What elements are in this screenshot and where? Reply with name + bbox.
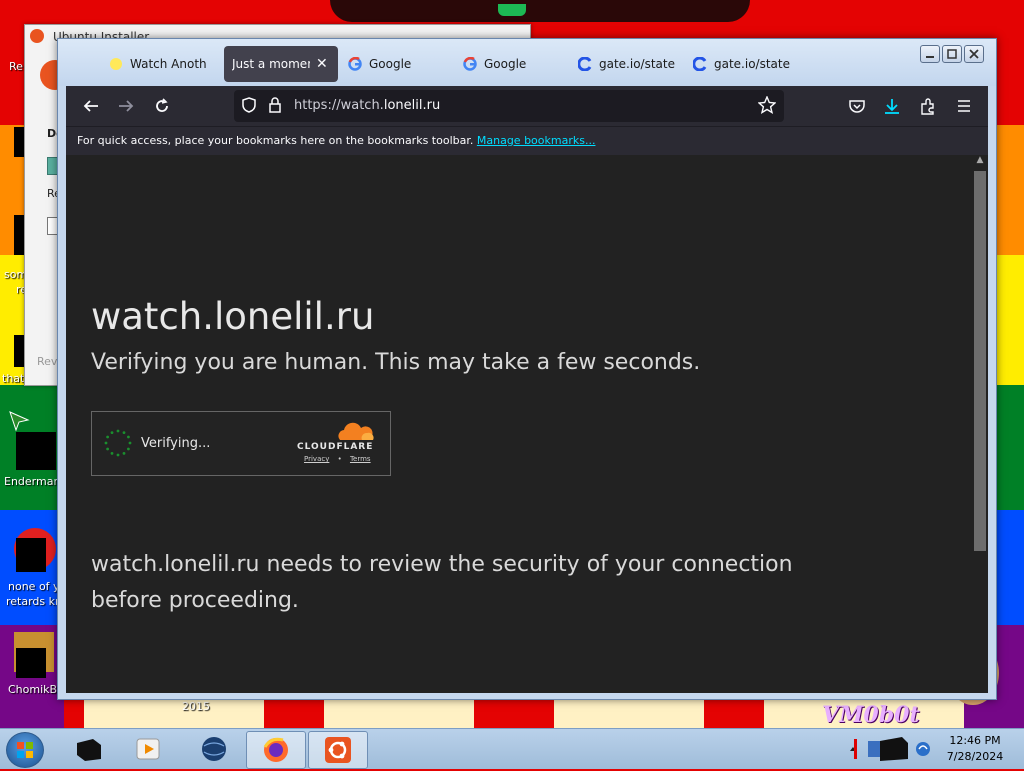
- close-window-button[interactable]: [964, 45, 984, 63]
- manage-bookmarks-link[interactable]: Manage bookmarks...: [477, 134, 596, 147]
- google-favicon-icon: [347, 57, 362, 72]
- clock-time: 12:46 PM: [949, 734, 1001, 747]
- puzzle-icon: [921, 98, 934, 115]
- desktop-icon-label[interactable]: ChomikB: [8, 683, 57, 696]
- pocket-icon: [849, 100, 865, 113]
- shield-icon[interactable]: [241, 96, 257, 118]
- sun-favicon-icon: [108, 57, 123, 72]
- desktop-year-label: 2015: [182, 700, 210, 713]
- verifying-status: Verifying...: [141, 436, 211, 451]
- verification-message: Verifying you are human. This may take a…: [91, 350, 701, 375]
- lock-icon[interactable]: [268, 96, 282, 118]
- clock-date: 7/28/2024: [946, 750, 1004, 763]
- black-box-app-icon: [77, 739, 101, 761]
- windows-logo-icon: [17, 742, 33, 758]
- scroll-up-arrow-icon[interactable]: ▲: [974, 155, 986, 169]
- link-separator: •: [337, 455, 342, 463]
- minimize-icon: [926, 56, 934, 58]
- network-device-icon: [868, 737, 908, 761]
- desktop-icon-label[interactable]: none of y: [8, 580, 60, 593]
- privacy-link[interactable]: Privacy: [304, 455, 329, 463]
- tab-gate-io[interactable]: gate.io/state: [577, 46, 682, 82]
- browser-window[interactable]: Watch Anoth Just a moment ✕ Google Googl…: [57, 38, 997, 700]
- back-arrow-icon: [83, 100, 98, 112]
- taskbar: 12:46 PM 7/28/2024: [0, 728, 1024, 769]
- security-review-message: watch.lonelil.ru needs to review the sec…: [91, 552, 793, 613]
- desktop-watermark: VM0b0t: [822, 702, 920, 728]
- desktop-icon[interactable]: [16, 432, 56, 470]
- menu-button[interactable]: [952, 94, 976, 118]
- system-clock[interactable]: 12:46 PM 7/28/2024: [940, 733, 1010, 765]
- globe-icon: [202, 737, 226, 761]
- loading-spinner-icon: [104, 429, 132, 457]
- desktop-wallpaper-accent: [498, 4, 526, 16]
- hamburger-menu-icon: [958, 100, 970, 112]
- navigation-toolbar: https://watch.lonelil.ru: [66, 86, 988, 126]
- desktop-icon[interactable]: [16, 538, 46, 572]
- desktop-icon-label[interactable]: that: [2, 372, 24, 385]
- tray-app-icon[interactable]: [866, 735, 910, 763]
- ubuntu-logo-icon: [325, 737, 351, 763]
- taskbar-app-terminal[interactable]: [60, 731, 118, 767]
- reload-button[interactable]: [150, 94, 174, 118]
- pocket-button[interactable]: [845, 94, 869, 118]
- download-icon: [885, 99, 899, 114]
- back-button[interactable]: [79, 94, 103, 118]
- desktop-icon-label[interactable]: Re: [9, 60, 23, 73]
- tab-google[interactable]: Google: [347, 46, 447, 82]
- page-scrollbar[interactable]: ▲: [972, 155, 988, 693]
- start-button[interactable]: [6, 732, 44, 768]
- forward-button[interactable]: [114, 94, 138, 118]
- downloads-button[interactable]: [880, 94, 904, 118]
- taskbar-app-globe[interactable]: [185, 731, 243, 767]
- cursor-arrow-icon: [8, 410, 30, 432]
- scrollbar-thumb[interactable]: [974, 171, 986, 551]
- desktop-icon-label[interactable]: Enderman: [4, 475, 60, 488]
- desktop-icon[interactable]: [16, 648, 46, 678]
- installer-label: Rev: [37, 355, 58, 368]
- close-icon: [969, 49, 979, 59]
- taskbar-app-media-player[interactable]: [120, 731, 178, 767]
- tab-watch-another[interactable]: Watch Anoth: [108, 46, 218, 82]
- site-title: watch.lonelil.ru: [91, 295, 375, 338]
- minimize-button[interactable]: [920, 45, 940, 63]
- network-icon: [916, 742, 930, 756]
- bookmarks-toolbar: For quick access, place your bookmarks h…: [66, 126, 988, 155]
- google-favicon-icon: [462, 57, 477, 72]
- media-player-icon: [136, 738, 160, 760]
- desktop-wallpaper-shape: [330, 0, 750, 22]
- tab-google-2[interactable]: Google: [462, 46, 562, 82]
- close-tab-icon[interactable]: ✕: [316, 56, 328, 72]
- tray-network-icon[interactable]: [914, 739, 932, 759]
- cloudflare-logo-text: CLOUDFLARE: [297, 442, 374, 452]
- gate-favicon-icon: [692, 57, 707, 72]
- page-content: watch.lonelil.ru Verifying you are human…: [66, 155, 988, 693]
- bookmarks-hint: For quick access, place your bookmarks h…: [77, 134, 474, 147]
- reload-icon: [156, 98, 168, 112]
- terms-link[interactable]: Terms: [350, 455, 371, 463]
- maximize-icon: [947, 49, 957, 59]
- firefox-icon: [263, 737, 288, 762]
- maximize-button[interactable]: [942, 45, 962, 63]
- url-bar[interactable]: https://watch.lonelil.ru: [234, 90, 784, 122]
- tab-gate-io-2[interactable]: gate.io/state: [692, 46, 792, 82]
- taskbar-app-firefox[interactable]: [246, 731, 306, 769]
- desktop-icon-label[interactable]: retards kn: [6, 595, 62, 608]
- show-hidden-icons-button[interactable]: [848, 737, 858, 759]
- tab-strip: Watch Anoth Just a moment ✕ Google Googl…: [58, 39, 996, 86]
- cloudflare-challenge-widget[interactable]: Verifying... CLOUDFLARE Privacy • Terms: [91, 411, 391, 476]
- url-text[interactable]: https://watch.lonelil.ru: [294, 98, 440, 113]
- bookmark-star-icon[interactable]: [757, 95, 777, 118]
- forward-arrow-icon: [119, 100, 134, 112]
- tray-expand-icon: [850, 739, 857, 759]
- tab-just-a-moment[interactable]: Just a moment ✕: [224, 46, 338, 82]
- ubuntu-logo-icon: [30, 29, 44, 43]
- gate-favicon-icon: [577, 57, 592, 72]
- extensions-button[interactable]: [916, 94, 940, 118]
- cloudflare-cloud-icon: [338, 422, 374, 440]
- taskbar-app-ubuntu-installer[interactable]: [308, 731, 368, 769]
